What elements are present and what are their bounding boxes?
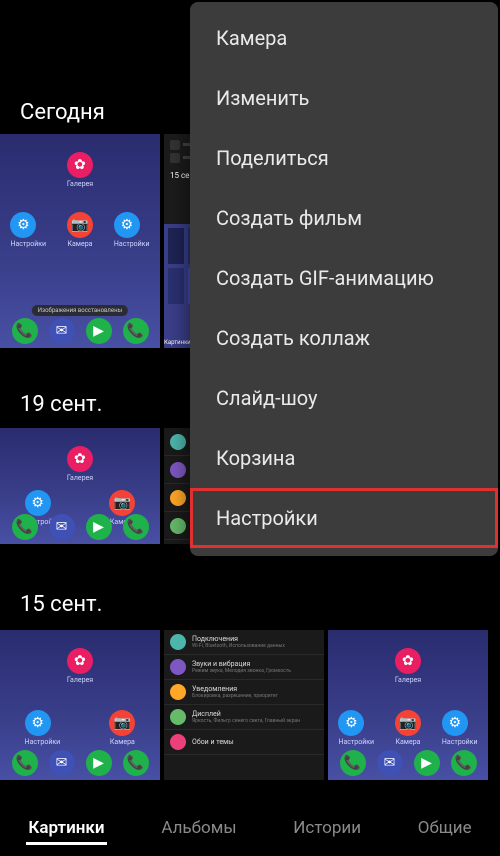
thumbnail[interactable]: ✿Галерея ⚙Настройки 📷Камера 📞 ✉ ▶ 📞 [0, 428, 160, 544]
menu-item-create-collage[interactable]: Создать коллаж [190, 308, 498, 368]
gallery-screen: Сегодня ✿Галерея ⚙Настройки 📷Камера ⚙Нас… [0, 0, 500, 856]
tab-shared[interactable]: Общие [416, 812, 474, 844]
menu-item-share[interactable]: Поделиться [190, 128, 498, 188]
thumbnail[interactable]: ✿Галерея ⚙Настройки 📷Камера ⚙Настройки И… [0, 134, 160, 348]
thumbnail[interactable]: ПодключенияWi-Fi, Bluetooth, Использован… [164, 630, 324, 780]
menu-item-slideshow[interactable]: Слайд-шоу [190, 368, 498, 428]
menu-item-edit[interactable]: Изменить [190, 68, 498, 128]
section-header-today: Сегодня [20, 100, 105, 125]
bottom-tab-bar: Картинки Альбомы Истории Общие [0, 800, 500, 856]
tab-albums[interactable]: Альбомы [159, 812, 238, 844]
menu-item-create-gif[interactable]: Создать GIF-анимацию [190, 248, 498, 308]
menu-item-camera[interactable]: Камера [190, 8, 498, 68]
overflow-menu: Камера Изменить Поделиться Создать фильм… [190, 2, 498, 556]
thumb-row-sept15: ✿Галерея ⚙Настройки 📷Камера 📞 ✉ ▶ 📞 Подк… [0, 630, 500, 780]
section-header-sept19: 19 сент. [20, 392, 102, 417]
menu-item-settings[interactable]: Настройки [190, 488, 498, 548]
tab-stories[interactable]: Истории [291, 812, 363, 844]
menu-item-create-movie[interactable]: Создать фильм [190, 188, 498, 248]
tab-pictures[interactable]: Картинки [26, 812, 106, 845]
section-header-sept15: 15 сент. [20, 592, 102, 617]
thumbnail[interactable]: ✿Галерея ⚙Настройки 📷Камера 📞 ✉ ▶ 📞 [0, 630, 160, 780]
thumbnail[interactable]: ✿Галерея ⚙Настройки 📷Камера ⚙Настройки 📞… [328, 630, 488, 780]
menu-item-trash[interactable]: Корзина [190, 428, 498, 488]
